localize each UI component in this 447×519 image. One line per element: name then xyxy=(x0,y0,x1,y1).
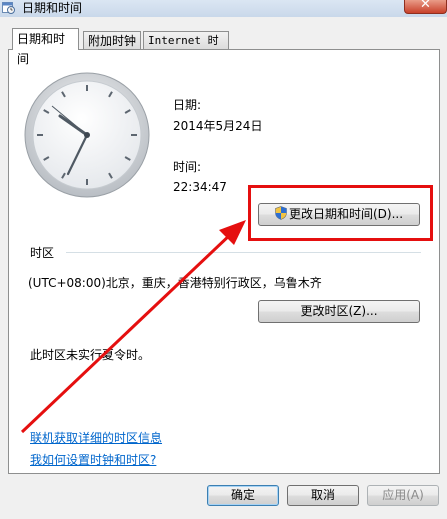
time-label: 时间: xyxy=(173,160,202,174)
cancel-button[interactable]: 取消 xyxy=(287,485,359,506)
change-timezone-button[interactable]: 更改时区(Z)... xyxy=(258,300,420,323)
apply-label: 应用(A) xyxy=(382,488,424,502)
dst-note: 此时区未实行夏令时。 xyxy=(30,348,151,362)
date-value: 2014年5月24日 xyxy=(173,119,263,133)
apply-button[interactable]: 应用(A) xyxy=(367,485,439,506)
change-timezone-label: 更改时区(Z)... xyxy=(300,304,378,318)
how-to-set-clock-link[interactable]: 我如何设置时钟和时区? xyxy=(30,451,156,468)
analog-clock xyxy=(24,72,150,198)
date-label: 日期: xyxy=(173,98,202,112)
annotation-highlight-box xyxy=(248,185,433,241)
timezone-section-label: 时区 xyxy=(30,246,55,260)
time-value: 22:34:47 xyxy=(173,180,227,194)
cancel-label: 取消 xyxy=(310,488,335,502)
section-divider xyxy=(66,252,421,253)
timezone-value: (UTC+08:00)北京，重庆，香港特别行政区，乌鲁木齐 xyxy=(28,276,322,290)
ok-button[interactable]: 确定 xyxy=(207,485,279,506)
online-timezone-info-link[interactable]: 联机获取详细的时区信息 xyxy=(30,429,162,446)
ok-label: 确定 xyxy=(230,488,255,502)
